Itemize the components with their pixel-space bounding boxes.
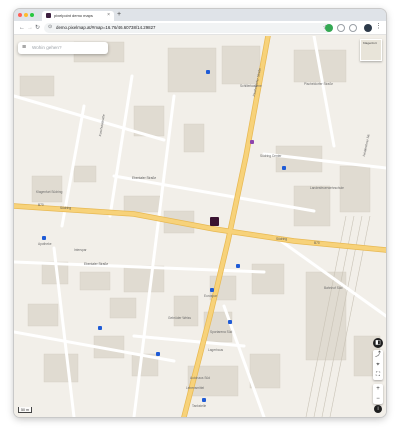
poi-icon[interactable] [250, 140, 254, 144]
road-label: B70 [314, 241, 320, 245]
map-label: Lagerhaus [208, 348, 224, 352]
browser-tab[interactable]: pixelpoint demo maps × [42, 11, 114, 21]
poi-icon[interactable] [206, 70, 210, 74]
back-icon[interactable]: ← [19, 23, 25, 33]
download-icon[interactable] [349, 24, 357, 32]
road-label: B70 [38, 203, 44, 207]
poi-icon[interactable] [282, 166, 286, 170]
map-controls: ⤴ ⌖ ⛶ [373, 350, 383, 380]
map-label: Klagenfurt Südring [36, 190, 63, 194]
close-window-dot[interactable] [18, 13, 22, 17]
profile-avatar[interactable] [364, 24, 372, 32]
close-tab-icon[interactable]: × [107, 12, 110, 18]
address-bar[interactable]: ⊙ demo.pixelmap.at/#map=16.76/46.60738/1… [44, 23, 332, 33]
map-label: Sportarena Süd [210, 330, 233, 334]
poi-icon[interactable] [228, 320, 232, 324]
extension-icon[interactable] [325, 24, 333, 32]
road-label: Südring [276, 237, 287, 241]
scale-bar: 50 m [18, 407, 32, 413]
menu-icon[interactable]: ≡ [22, 43, 26, 53]
map-label: Bahnhof Süd [324, 286, 343, 290]
browser-toolbar: ← → ↻ ⊙ demo.pixelmap.at/#map=16.76/46.6… [14, 21, 386, 35]
layers-icon[interactable]: ◧ [373, 338, 383, 348]
location-marker[interactable] [210, 217, 219, 226]
map-label: Südring Center [260, 154, 282, 158]
map-base-layer [14, 36, 386, 417]
fullscreen-icon[interactable]: ⛶ [373, 370, 383, 380]
new-tab-button[interactable]: + [117, 11, 121, 19]
zoom-controls: + − [373, 384, 383, 404]
share-icon[interactable]: ⤴ [373, 350, 383, 360]
maximize-window-dot[interactable] [30, 13, 34, 17]
map-label: Eurospar [204, 294, 217, 298]
map-label: Tankstelle [192, 404, 207, 408]
url-text[interactable]: demo.pixelmap.at/#map=16.76/46.60738/14.… [56, 25, 155, 30]
extensions-puzzle-icon[interactable] [337, 24, 345, 32]
poi-icon[interactable] [210, 288, 214, 292]
map-canvas[interactable]: B70 Südring B70 Südring Pischeldorfer St… [14, 36, 386, 417]
locate-icon[interactable]: ⌖ [373, 360, 383, 370]
road-label: Ebentaler Straße [132, 176, 157, 180]
map-label: Apotheke [38, 242, 52, 246]
road-label: Südring [60, 206, 71, 210]
map-label: Autohaus Süd [190, 376, 211, 380]
poi-icon[interactable] [202, 398, 206, 402]
minimap-label: Klagenfurt [363, 41, 377, 45]
map-search-box[interactable]: ≡ Wohin gehen? [18, 42, 108, 54]
map-label: Landesfeuerwehrschule [310, 186, 344, 190]
road-label: Ebentaler Straße [84, 262, 109, 266]
browser-window: pixelpoint demo maps × + ← → ↻ ⊙ demo.pi… [14, 9, 386, 417]
map-label: Interspar [74, 248, 87, 252]
poi-icon[interactable] [42, 236, 46, 240]
zoom-in-button[interactable]: + [373, 384, 383, 394]
reload-icon[interactable]: ↻ [35, 23, 40, 33]
forward-icon[interactable]: → [27, 23, 33, 33]
favicon-icon [46, 13, 51, 18]
tab-title: pixelpoint demo maps [54, 13, 93, 18]
map-label: Gebrüder Weiss [168, 316, 191, 320]
map-label: Pischeldorfer Straße [304, 82, 334, 86]
map-label: Schillerkaserne [240, 84, 262, 88]
zoom-out-button[interactable]: − [373, 394, 383, 404]
minimap[interactable]: Klagenfurt [360, 39, 382, 61]
map-label: Lebensmittel [186, 386, 205, 390]
browser-menu-icon[interactable]: ⋮ [375, 22, 382, 32]
poi-icon[interactable] [156, 352, 160, 356]
search-placeholder[interactable]: Wohin gehen? [32, 45, 62, 50]
minimize-window-dot[interactable] [24, 13, 28, 17]
info-icon[interactable]: i [374, 405, 382, 413]
poi-icon[interactable] [236, 264, 240, 268]
poi-icon[interactable] [98, 326, 102, 330]
tab-bar: pixelpoint demo maps × + [14, 9, 386, 21]
site-info-icon[interactable]: ⊙ [48, 24, 52, 30]
